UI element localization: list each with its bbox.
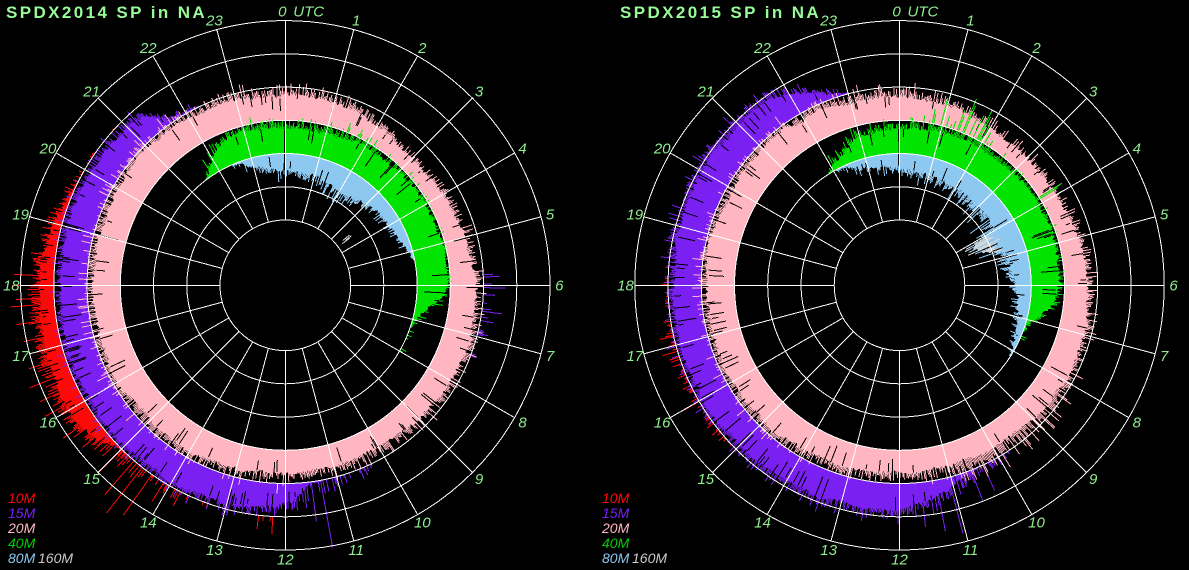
svg-text:10M: 10M <box>8 490 36 506</box>
svg-text:9: 9 <box>475 471 484 488</box>
svg-text:2: 2 <box>417 40 427 57</box>
svg-text:7: 7 <box>1160 348 1169 365</box>
svg-text:23: 23 <box>819 13 837 30</box>
svg-text:10: 10 <box>1028 515 1045 532</box>
svg-text:13: 13 <box>206 542 223 559</box>
svg-text:14: 14 <box>140 515 157 532</box>
svg-text:16: 16 <box>40 414 57 431</box>
svg-text:20M: 20M <box>601 520 630 536</box>
svg-text:UTC: UTC <box>293 3 324 20</box>
svg-text:4: 4 <box>518 140 526 157</box>
svg-text:15: 15 <box>83 471 100 488</box>
svg-text:1: 1 <box>352 13 360 30</box>
svg-text:6: 6 <box>1169 277 1178 294</box>
svg-text:40M: 40M <box>8 535 36 551</box>
svg-text:160M: 160M <box>38 550 73 566</box>
svg-text:18: 18 <box>3 277 20 294</box>
svg-text:6: 6 <box>555 277 564 294</box>
svg-text:19: 19 <box>626 206 643 223</box>
svg-text:SPDX2015 SP in NA: SPDX2015 SP in NA <box>620 3 821 22</box>
svg-text:0: 0 <box>892 3 901 20</box>
svg-text:0: 0 <box>278 3 287 20</box>
svg-text:18: 18 <box>617 277 634 294</box>
svg-text:15: 15 <box>697 471 714 488</box>
svg-text:8: 8 <box>518 414 527 431</box>
svg-text:1: 1 <box>966 13 974 30</box>
svg-text:17: 17 <box>12 348 29 365</box>
svg-text:21: 21 <box>82 84 100 101</box>
svg-text:13: 13 <box>820 542 837 559</box>
svg-text:80M: 80M <box>8 550 36 566</box>
svg-text:UTC: UTC <box>908 3 939 20</box>
svg-text:11: 11 <box>963 542 979 559</box>
svg-text:21: 21 <box>696 84 714 101</box>
svg-text:11: 11 <box>348 542 364 559</box>
svg-text:20: 20 <box>653 140 671 157</box>
svg-text:SPDX2014 SP in NA: SPDX2014 SP in NA <box>6 3 207 22</box>
svg-text:2: 2 <box>1031 40 1041 57</box>
svg-text:16: 16 <box>654 414 671 431</box>
svg-text:15M: 15M <box>602 505 630 521</box>
svg-text:8: 8 <box>1133 414 1142 431</box>
svg-text:12: 12 <box>277 551 294 568</box>
svg-text:10: 10 <box>414 515 431 532</box>
svg-text:3: 3 <box>475 84 484 101</box>
svg-text:5: 5 <box>1160 206 1169 223</box>
svg-text:5: 5 <box>546 206 555 223</box>
svg-text:3: 3 <box>1089 84 1098 101</box>
svg-text:12: 12 <box>891 551 908 568</box>
svg-text:23: 23 <box>205 13 223 30</box>
svg-text:22: 22 <box>753 40 771 57</box>
svg-text:160M: 160M <box>632 550 667 566</box>
svg-text:9: 9 <box>1089 471 1098 488</box>
svg-text:10M: 10M <box>602 490 630 506</box>
svg-text:80M: 80M <box>602 550 630 566</box>
svg-text:14: 14 <box>754 515 771 532</box>
svg-text:22: 22 <box>139 40 157 57</box>
svg-text:4: 4 <box>1133 140 1141 157</box>
svg-text:20: 20 <box>39 140 57 157</box>
svg-text:19: 19 <box>12 206 29 223</box>
svg-text:20M: 20M <box>7 520 36 536</box>
svg-text:7: 7 <box>546 348 555 365</box>
svg-text:40M: 40M <box>602 535 630 551</box>
svg-text:17: 17 <box>626 348 643 365</box>
svg-text:15M: 15M <box>8 505 36 521</box>
